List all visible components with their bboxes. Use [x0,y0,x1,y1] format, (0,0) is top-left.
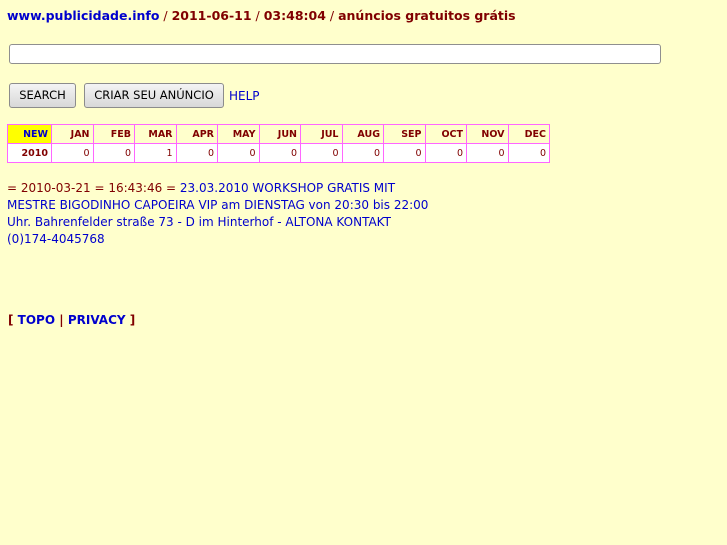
month-count: 0 [51,143,94,163]
month-jan[interactable]: JAN [51,124,94,144]
listing-time: 16:43:46 [108,181,163,195]
footer-nav: [ TOPO | PRIVACY ] [8,313,135,327]
listing-date: 2010-03-21 [20,181,91,195]
listing-separator: = [162,181,180,195]
create-ad-button[interactable]: CRIAR SEU ANÚNCIO [84,83,224,108]
new-link[interactable]: NEW [7,124,52,144]
header-date: 2011-06-11 [171,8,252,23]
month-count: 0 [300,143,343,163]
month-oct[interactable]: OCT [424,124,467,144]
search-input[interactable] [9,44,661,64]
month-may[interactable]: MAY [217,124,260,144]
help-link[interactable]: HELP [229,89,260,103]
month-dec[interactable]: DEC [507,124,550,144]
month-count: 0 [383,143,426,163]
calendar-header-row: NEW JAN FEB MAR APR MAY JUN JUL AUG SEP … [7,124,550,144]
page: www.publicidade.info / 2011-06-11 / 03:4… [0,0,727,545]
ad-listing: = 2010-03-21 = 16:43:46 = 23.03.2010 WOR… [7,180,437,248]
month-nov[interactable]: NOV [466,124,509,144]
header-separator: / [325,8,339,23]
site-name: www.publicidade.info [7,8,160,23]
month-aug[interactable]: AUG [341,124,384,144]
month-count: 0 [341,143,384,163]
month-count: 0 [466,143,509,163]
month-count: 0 [507,143,550,163]
header-tagline: anúncios gratuitos grátis [338,8,516,23]
month-count: 0 [217,143,260,163]
month-count: 0 [175,143,218,163]
listing-separator: = [90,181,109,195]
month-jun[interactable]: JUN [258,124,301,144]
header-time: 03:48:04 [263,8,326,23]
footer-bracket-close: ] [125,313,136,327]
year-label[interactable]: 2010 [7,143,52,163]
footer-pipe: | [55,313,68,327]
privacy-link[interactable]: PRIVACY [68,313,126,327]
calendar-year-row: 2010 0 0 1 0 0 0 0 0 0 0 0 0 [7,143,550,163]
listing-prefix: = [7,181,21,195]
page-header: www.publicidade.info / 2011-06-11 / 03:4… [7,8,516,23]
month-apr[interactable]: APR [175,124,218,144]
topo-link[interactable]: TOPO [18,313,55,327]
month-count: 0 [92,143,135,163]
archive-calendar: NEW JAN FEB MAR APR MAY JUN JUL AUG SEP … [7,124,550,163]
header-separator: / [251,8,264,23]
search-button[interactable]: SEARCH [9,83,76,108]
footer-bracket-open: [ [8,313,18,327]
month-sep[interactable]: SEP [383,124,426,144]
month-jul[interactable]: JUL [300,124,343,144]
month-feb[interactable]: FEB [92,124,135,144]
month-count: 1 [134,143,177,163]
month-count: 0 [424,143,467,163]
month-count: 0 [258,143,301,163]
header-separator: / [159,8,172,23]
month-mar[interactable]: MAR [134,124,177,144]
